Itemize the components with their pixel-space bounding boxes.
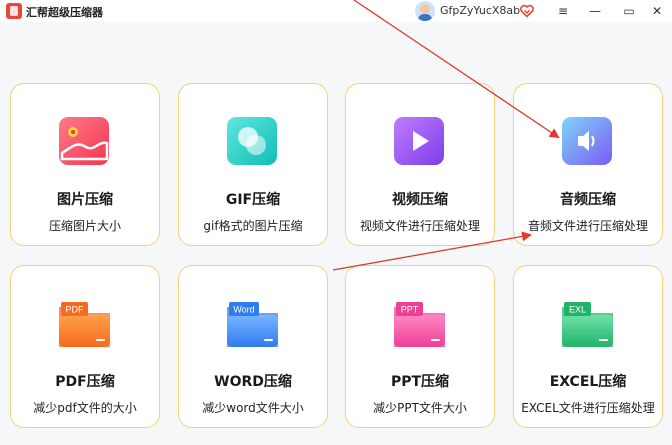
excel-folder-icon: EXL: [562, 302, 613, 347]
gif-icon: [227, 117, 277, 165]
card-ppt-compress[interactable]: PPT PPT压缩 减少PPT文件大小: [345, 265, 495, 428]
username-label[interactable]: GfpZyYucX8ab: [440, 4, 520, 17]
app-title: 汇帮超级压缩器: [26, 6, 103, 19]
card-excel-compress[interactable]: EXL EXCEL压缩 EXCEL文件进行压缩处理: [513, 265, 663, 428]
card-title: WORD压缩: [214, 374, 292, 390]
card-gif-compress[interactable]: GIF压缩 gif格式的图片压缩: [178, 83, 328, 246]
badge-label: PPT: [401, 305, 419, 315]
card-image-compress[interactable]: 图片压缩 压缩图片大小: [10, 83, 160, 246]
badge-label: EXL: [569, 305, 586, 315]
close-button[interactable]: ✕: [642, 0, 672, 22]
app-logo-icon: [6, 3, 22, 19]
card-video-compress[interactable]: 视频压缩 视频文件进行压缩处理: [345, 83, 495, 246]
menu-button[interactable]: ≡: [548, 0, 578, 22]
badge-label: Word: [233, 305, 254, 315]
card-title: 视频压缩: [392, 192, 448, 208]
card-description: 视频文件进行压缩处理: [359, 219, 480, 233]
app-window: 汇帮超级压缩器 GfpZyYucX8ab ≡ — ▭ ✕ 图片压缩 压缩图片大小: [0, 0, 672, 445]
video-icon: [394, 117, 444, 165]
vip-heart-icon[interactable]: [520, 4, 534, 18]
card-description: EXCEL文件进行压缩处理: [521, 401, 655, 415]
audio-icon: [562, 117, 612, 165]
minimize-button[interactable]: —: [580, 0, 610, 22]
card-description: gif格式的图片压缩: [203, 219, 303, 233]
card-title: PPT压缩: [390, 374, 450, 390]
maximize-button[interactable]: ▭: [614, 0, 644, 22]
card-description: 减少word文件大小: [202, 401, 304, 415]
card-description: 压缩图片大小: [48, 219, 121, 233]
card-title: EXCEL压缩: [549, 374, 627, 390]
user-avatar[interactable]: [415, 1, 435, 21]
card-description: 音频文件进行压缩处理: [527, 219, 648, 233]
title-bar: 汇帮超级压缩器 GfpZyYucX8ab ≡ — ▭ ✕: [0, 0, 672, 22]
pdf-folder-icon: PDF: [59, 302, 110, 347]
card-word-compress[interactable]: Word WORD压缩 减少word文件大小: [178, 265, 328, 428]
card-description: 减少pdf文件的大小: [33, 401, 137, 415]
badge-label: PDF: [66, 305, 85, 315]
card-title: GIF压缩: [225, 192, 281, 208]
card-title: 图片压缩: [57, 192, 113, 208]
ppt-folder-icon: PPT: [394, 302, 445, 347]
card-title: PDF压缩: [55, 374, 115, 390]
card-pdf-compress[interactable]: PDF PDF压缩 减少pdf文件的大小: [10, 265, 160, 428]
card-audio-compress[interactable]: 音频压缩 音频文件进行压缩处理: [513, 83, 663, 246]
image-icon: [59, 117, 109, 165]
word-folder-icon: Word: [227, 302, 278, 347]
card-description: 减少PPT文件大小: [373, 401, 467, 415]
card-title: 音频压缩: [560, 192, 616, 208]
